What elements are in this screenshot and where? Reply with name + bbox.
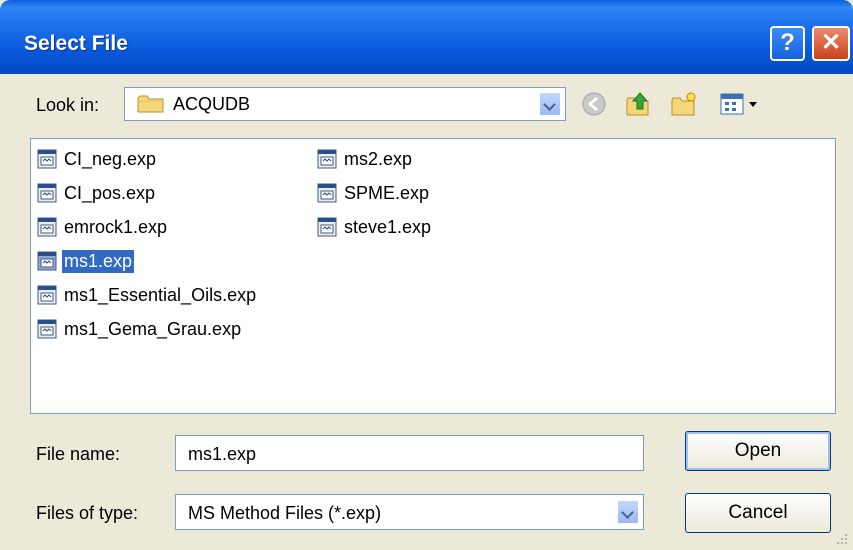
file-name-label: File name: [36,444,121,464]
exp-file-icon [37,285,57,305]
exp-file-icon [317,149,337,169]
file-name-text: ms1_Gema_Grau.exp [64,318,242,339]
open-button[interactable]: Open [685,431,831,471]
file-name-text: ms1_Essential_Oils.exp [64,284,257,305]
back-icon[interactable] [580,90,608,118]
exp-file-icon [37,183,57,203]
file-item[interactable]: CI_neg.exp [37,145,158,173]
file-item[interactable]: ms1.exp [37,247,135,275]
file-item[interactable]: ms1_Gema_Grau.exp [37,315,243,343]
cancel-button[interactable]: Cancel [685,493,831,533]
files-of-type-dropdown[interactable]: MS Method Files (*.exp) [175,494,644,530]
exp-file-icon [37,251,57,271]
help-button[interactable]: ? [770,26,805,61]
look-in-label: Look in: [36,95,100,115]
file-name-text: ms2.exp [344,148,413,169]
resize-grip-icon[interactable] [835,532,849,546]
window-title: Select File [24,32,128,55]
file-name-text: emrock1.exp [64,216,168,237]
new-folder-icon[interactable] [670,90,698,118]
exp-file-icon [37,217,57,237]
exp-file-icon [37,149,57,169]
file-item[interactable]: SPME.exp [317,179,431,207]
exp-file-icon [317,217,337,237]
file-name-text: ms1.exp [62,249,135,273]
file-name-input[interactable]: ms1.exp [175,435,644,471]
file-item[interactable]: steve1.exp [317,213,433,241]
file-name-text: CI_neg.exp [64,148,157,169]
select-file-dialog: Select File ? ✕ Look in: ACQUDB CI_neg.e… [0,0,853,550]
file-name-value: ms1.exp [188,444,257,464]
exp-file-icon [37,319,57,339]
title-bar[interactable]: Select File ? ✕ [0,0,853,74]
file-name-text: SPME.exp [344,182,430,203]
files-of-type-label: Files of type: [36,503,139,523]
file-item[interactable]: emrock1.exp [37,213,169,241]
file-item[interactable]: CI_pos.exp [37,179,157,207]
exp-file-icon [317,183,337,203]
file-list[interactable]: CI_neg.exp CI_pos.exp emrock1.exp ms1.exp ms… [30,138,836,414]
look-in-dropdown[interactable]: ACQUDB [124,87,566,121]
file-name-text: CI_pos.exp [64,182,156,203]
up-one-level-icon[interactable] [624,90,652,118]
folder-icon [137,95,164,113]
file-item[interactable]: ms1_Essential_Oils.exp [37,281,258,309]
files-of-type-dropdown-arrow[interactable] [617,500,639,524]
close-button[interactable]: ✕ [812,26,850,61]
view-menu-icon[interactable] [718,90,764,118]
look-in-dropdown-arrow[interactable] [539,92,561,116]
look-in-value: ACQUDB [173,94,251,114]
files-of-type-value: MS Method Files (*.exp) [188,503,382,523]
file-item[interactable]: ms2.exp [317,145,414,173]
file-name-text: steve1.exp [344,216,432,237]
